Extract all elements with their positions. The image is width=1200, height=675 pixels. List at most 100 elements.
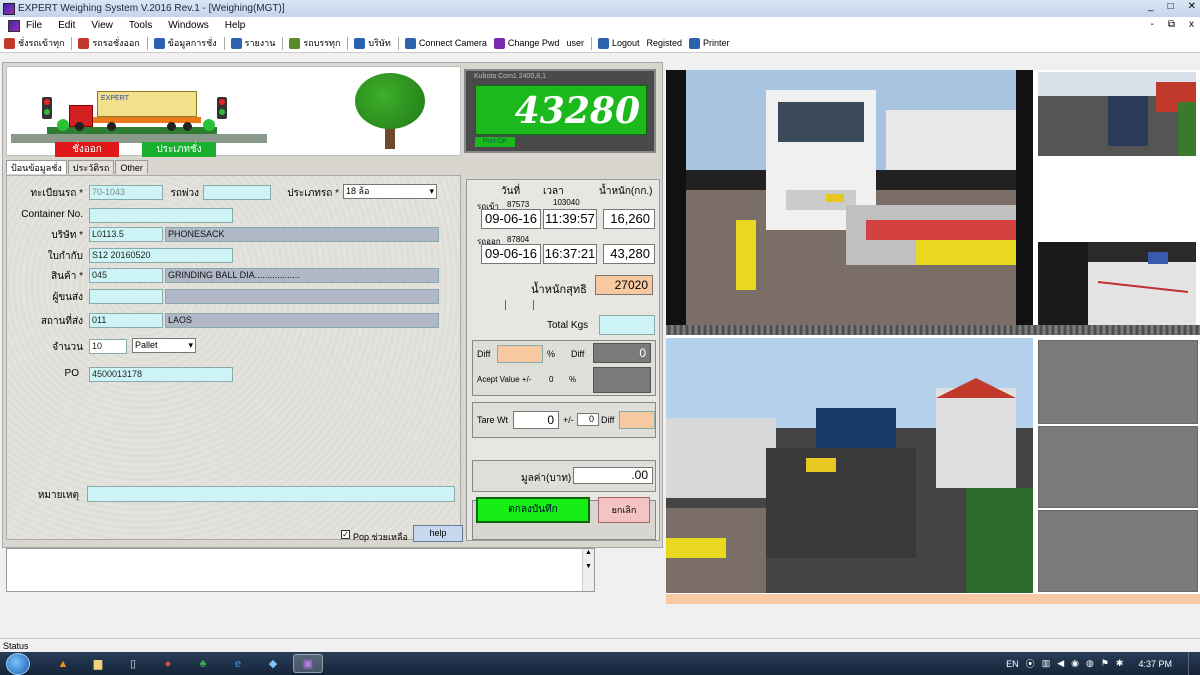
maximize-button[interactable]: □: [1168, 1, 1174, 12]
toolbar-change-pwd-button[interactable]: Change Pwd: [493, 37, 559, 49]
truck-out-icon: [78, 37, 90, 49]
app-icon: [3, 2, 15, 15]
camera-feed-2-image: [1038, 72, 1196, 156]
po-input[interactable]: 4500013178: [89, 367, 233, 382]
camera-area: [666, 70, 1200, 604]
scale-reading: 43280: [475, 85, 647, 135]
lorry-icon: [289, 37, 301, 49]
log-scrollbar[interactable]: ▲ ▼: [582, 549, 594, 591]
toolbar-company-button[interactable]: บริษัท: [354, 36, 391, 50]
clock[interactable]: 4:37 PM: [1138, 659, 1172, 669]
camera-feed-2[interactable]: [1038, 72, 1196, 156]
tare-input[interactable]: 0: [513, 411, 559, 429]
tree-app-icon[interactable]: ♣: [188, 654, 218, 673]
weights-panel: วันที่ เวลา น้ำหนัก(กก.) รถเข้า 87573 10…: [466, 179, 660, 541]
ticket-input[interactable]: S12 20160520: [89, 248, 233, 263]
volume-icon[interactable]: ◀: [1057, 658, 1064, 669]
toolbar-weigh-data-button[interactable]: ข้อมูลการชั่ง: [153, 36, 217, 50]
tray-app-icon[interactable]: ◍: [1086, 658, 1094, 669]
menu-edit[interactable]: Edit: [58, 20, 75, 31]
weigh-out-button[interactable]: ชั่งออก: [55, 142, 119, 157]
total-kgs-input[interactable]: [599, 315, 655, 335]
close-button[interactable]: ✕: [1188, 1, 1196, 12]
company-code-input[interactable]: L0113.5: [89, 227, 163, 242]
menu-file[interactable]: File: [26, 20, 42, 31]
menu-view[interactable]: View: [91, 20, 113, 31]
tray-app-icon[interactable]: ◉: [1071, 658, 1079, 669]
accept-value-field: [593, 367, 651, 393]
tray-settings-icon[interactable]: ✱: [1116, 658, 1124, 669]
document-icon[interactable]: ▯: [118, 654, 148, 673]
camera-feed-1-image: [666, 70, 1033, 325]
help-button[interactable]: help: [413, 525, 463, 542]
slider-tick: [505, 300, 506, 310]
truck-type-select[interactable]: 18 ล้อ: [343, 184, 437, 199]
product-code-input[interactable]: 045: [89, 268, 163, 283]
tare-pm-input[interactable]: 0: [577, 413, 599, 426]
diff-input[interactable]: [497, 345, 543, 363]
tab-weigh-entry[interactable]: ป้อนข้อมูลชั่ง: [6, 160, 67, 174]
weighbridge-scene: EXPERT ชั่งออก ประเภทชั่ง: [6, 66, 461, 157]
file-explorer-icon[interactable]: ▆: [83, 654, 113, 673]
tab-truck-history[interactable]: ประวัติรถ: [67, 160, 115, 174]
camera-feed-3[interactable]: [1038, 242, 1196, 325]
start-button[interactable]: [6, 652, 30, 675]
wheel-icon: [167, 122, 176, 131]
toolbar-logout-button[interactable]: Logout: [597, 37, 639, 49]
log-textarea[interactable]: ▲ ▼: [6, 548, 595, 592]
trailer-input[interactable]: [203, 185, 271, 200]
location-code-input[interactable]: 011: [89, 313, 163, 328]
toolbar-waiting-out-button[interactable]: รถรอชั่งออก: [78, 36, 140, 50]
menu-windows[interactable]: Windows: [168, 20, 209, 31]
toolbar-registed-label: Registed: [646, 38, 683, 48]
company-label: บริษัท *: [51, 230, 83, 241]
tare-diff-input[interactable]: [619, 411, 655, 429]
menu-tools[interactable]: Tools: [129, 20, 152, 31]
bush-icon: [57, 119, 69, 131]
plate-input[interactable]: 70-1043: [89, 185, 163, 200]
price-input[interactable]: .00: [573, 467, 653, 484]
product-name-field: GRINDING BALL DIA..................: [165, 268, 439, 283]
unit-select[interactable]: Pallet: [132, 338, 196, 353]
save-button[interactable]: ตกลงบันทึก: [476, 497, 590, 523]
teamviewer-icon[interactable]: ◆: [258, 654, 288, 673]
network-icon[interactable]: ▥: [1042, 658, 1051, 669]
pop-help-checkbox[interactable]: ✓: [341, 530, 350, 539]
mdi-close-button[interactable]: x: [1189, 19, 1194, 30]
camera-feed-1[interactable]: [666, 70, 1033, 325]
mdi-restore-button[interactable]: ⧉: [1168, 19, 1175, 30]
toolbar-connect-camera-button[interactable]: Connect Camera: [404, 37, 487, 49]
slider-tick: [533, 300, 534, 310]
show-desktop-button[interactable]: [1188, 652, 1200, 675]
mdi-minimize-button[interactable]: -: [1151, 19, 1154, 30]
camera-icon: [404, 37, 416, 49]
weighing-app-taskbar-icon[interactable]: ▣: [293, 654, 323, 673]
road-graphic: [11, 134, 267, 143]
chrome-icon[interactable]: ●: [153, 654, 183, 673]
minimize-button[interactable]: _: [1148, 1, 1154, 12]
mdi-icon[interactable]: [8, 19, 20, 32]
skype-icon[interactable]: ⦿: [1026, 657, 1035, 670]
truck-trailer-graphic: EXPERT: [97, 91, 197, 117]
wheel-icon: [107, 122, 116, 131]
menu-help[interactable]: Help: [225, 20, 246, 31]
toolbar-weigh-in-button[interactable]: ชั่งรถเข้าทุก: [4, 36, 64, 50]
report-icon: [230, 37, 242, 49]
accept-pct-label: %: [569, 375, 577, 384]
internet-explorer-icon[interactable]: e: [223, 654, 253, 673]
toolbar-separator: [590, 36, 592, 50]
weigh-type-button[interactable]: ประเภทชั่ง: [142, 142, 216, 157]
vlc-icon[interactable]: ▲: [48, 654, 78, 673]
container-input[interactable]: [89, 208, 233, 223]
flag-icon[interactable]: ⚑: [1101, 658, 1109, 669]
toolbar-printer-button[interactable]: Printer: [689, 37, 730, 49]
cancel-button[interactable]: ยกเลิก: [598, 497, 650, 523]
toolbar-lorry-button[interactable]: รถบรรทุก: [289, 36, 340, 50]
toolbar-report-button[interactable]: รายงาน: [230, 36, 275, 50]
qty-input[interactable]: 10: [89, 339, 127, 354]
camera-feed-4[interactable]: [666, 338, 1033, 593]
language-indicator[interactable]: EN: [1006, 659, 1019, 669]
shipper-code-input[interactable]: [89, 289, 163, 304]
tab-other[interactable]: Other: [115, 160, 148, 174]
remark-input[interactable]: [87, 486, 455, 502]
